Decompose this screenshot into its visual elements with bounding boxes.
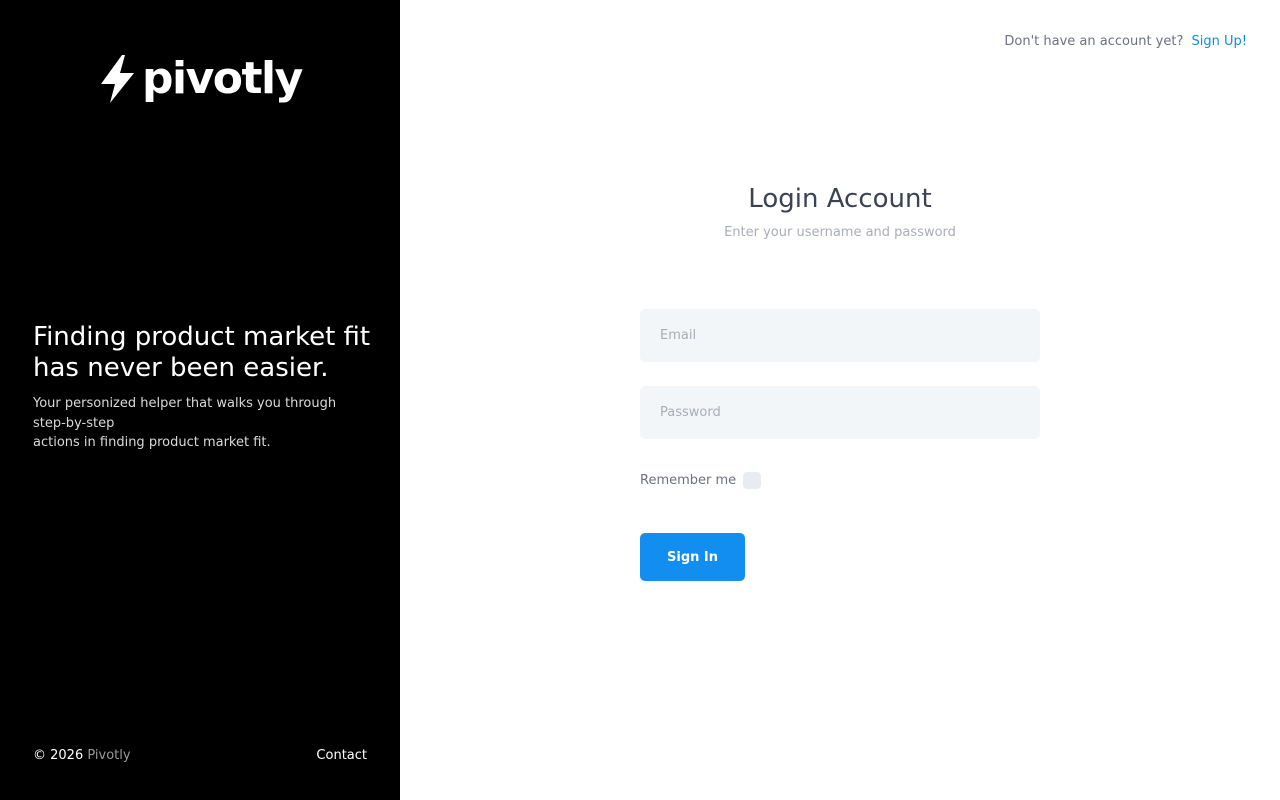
remember-me-checkbox[interactable] [743, 472, 762, 489]
tagline: Finding product market fit has never bee… [33, 322, 373, 453]
page-subtitle: Enter your username and password [724, 225, 956, 240]
tagline-description-line1: Your personized helper that walks you th… [33, 396, 337, 431]
brand-panel: pivotly Finding product market fit has n… [0, 0, 400, 800]
tagline-heading-line2: has never been easier. [33, 353, 329, 383]
logo-text: pivotly [142, 53, 303, 104]
signup-link[interactable]: Sign Up! [1192, 34, 1247, 49]
tagline-heading: Finding product market fit has never bee… [33, 322, 373, 384]
page-title: Login Account [748, 184, 932, 214]
remember-me[interactable]: Remember me [640, 472, 762, 489]
copyright-prefix: © 2026 [33, 748, 84, 763]
lightning-bolt-icon [101, 55, 134, 103]
sign-in-button[interactable]: Sign In [640, 533, 745, 581]
email-field[interactable] [640, 309, 1040, 362]
tagline-heading-line1: Finding product market fit [33, 322, 371, 352]
logo: pivotly [98, 52, 303, 106]
copyright-brand: Pivotly [87, 748, 131, 763]
tagline-description-line2: actions in finding product market fit. [33, 435, 271, 450]
signup-prompt-text: Don't have an account yet? [1004, 34, 1184, 49]
copyright: © 2026 Pivotly [33, 748, 131, 763]
password-field[interactable] [640, 386, 1040, 439]
signup-prompt: Don't have an account yet? Sign Up! [1004, 34, 1247, 49]
contact-link[interactable]: Contact [316, 748, 367, 763]
remember-me-label: Remember me [640, 473, 737, 488]
tagline-description: Your personized helper that walks you th… [33, 394, 343, 453]
